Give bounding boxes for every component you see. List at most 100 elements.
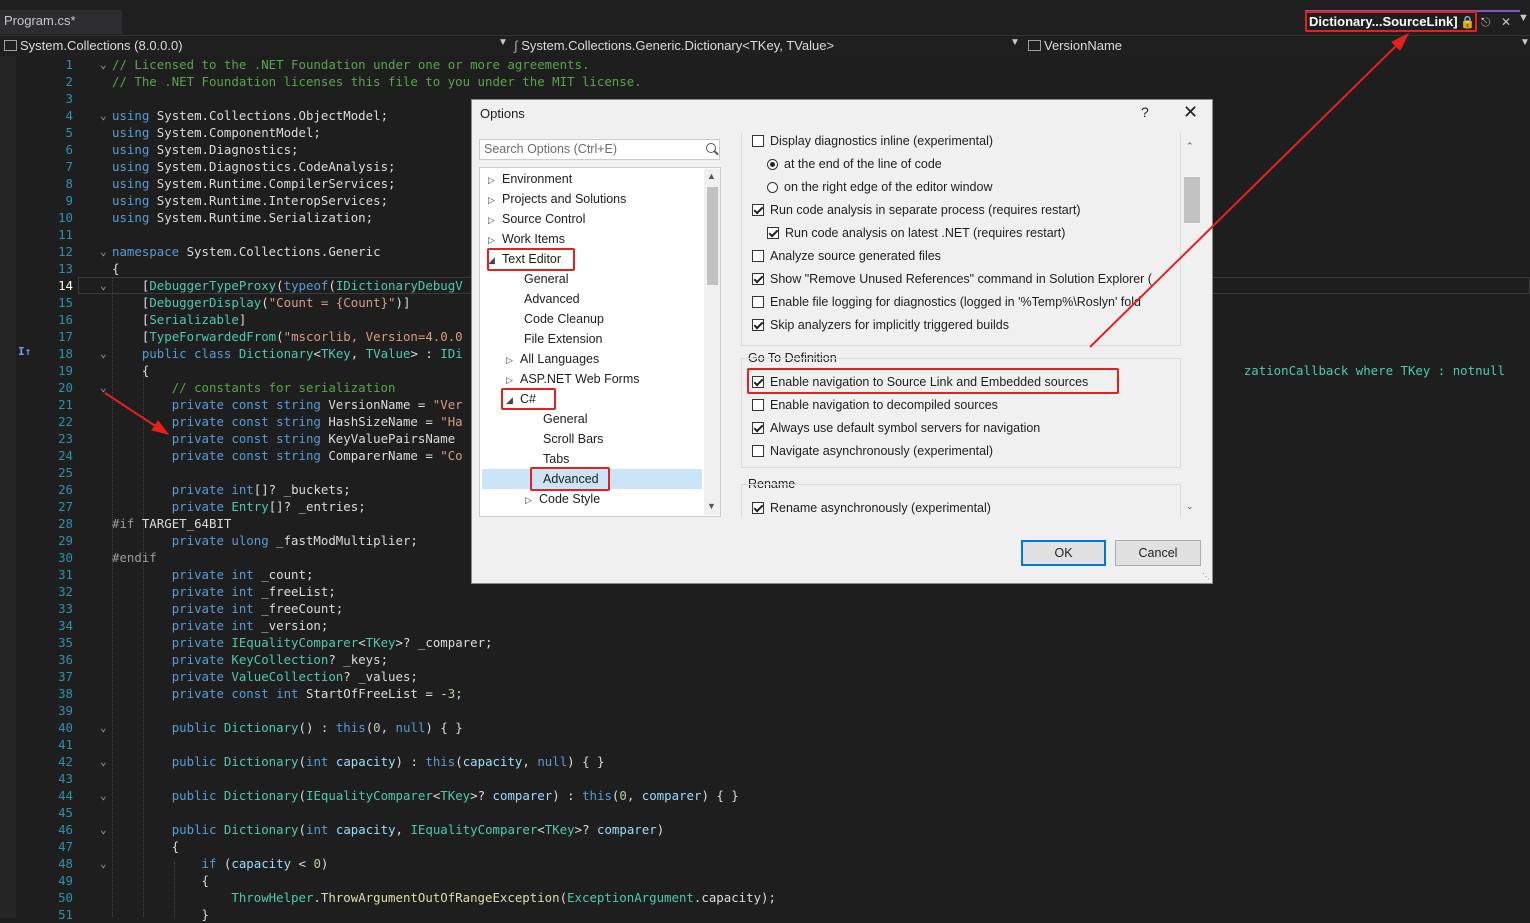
checkbox[interactable] [767,227,779,239]
tab-program-cs[interactable]: Program.cs* [0,10,122,34]
checkbox[interactable] [752,502,764,514]
option-right-edge[interactable]: on the right edge of the editor window [767,177,992,197]
help-button[interactable]: ? [1141,104,1149,120]
fold-chevron-icon[interactable]: ⌄ [100,56,107,73]
line-number: 1 [65,57,73,72]
checkbox[interactable] [752,319,764,331]
fold-chevron-icon[interactable]: ⌄ [100,345,107,362]
tree-scroll-thumb[interactable] [707,187,718,285]
tree-scrollbar[interactable]: ▲ ▼ [704,169,720,515]
option-separate-process[interactable]: Run code analysis in separate process (r… [752,200,1081,220]
checkbox[interactable] [752,250,764,262]
line-number: 37 [58,669,73,684]
fold-chevron-icon[interactable]: ⌄ [100,243,107,260]
search-options-input[interactable]: Search Options (Ctrl+E) [479,139,720,160]
fold-chevron-icon[interactable]: ⌄ [100,379,107,396]
line-number: 27 [58,499,73,514]
ok-button[interactable]: OK [1021,540,1106,566]
close-icon[interactable]: ✕ [1501,12,1511,32]
fold-chevron-icon[interactable]: ⌄ [100,821,107,838]
line-number: 47 [58,839,73,854]
line-number: 29 [58,533,73,548]
option-at-end[interactable]: at the end of the line of code [767,154,942,174]
line-number: 18 [58,346,73,361]
option-skip-analyzers[interactable]: Skip analyzers for implicitly triggered … [752,315,1009,335]
dialog-close-button[interactable]: ✕ [1183,102,1198,123]
fold-chevron-icon[interactable]: ⌄ [100,787,107,804]
options-page-scroll-thumb[interactable] [1184,177,1200,223]
options-dialog: Options ? ✕ Search Options (Ctrl+E) ▷ Env… [471,99,1213,584]
line-number: 12 [58,244,73,259]
checkbox[interactable] [752,296,764,308]
project-dropdown[interactable]: System.Collections (8.0.0.0) [4,36,183,56]
options-page: Display diagnostics inline (experimental… [736,133,1200,517]
cancel-button[interactable]: Cancel [1115,540,1201,566]
scroll-down-icon[interactable]: ⌄ [1186,501,1194,512]
tree-item-work-items[interactable]: ▷ Work Items [488,229,565,249]
option-latest-net[interactable]: Run code analysis on latest .NET (requir… [767,223,1065,243]
pin-icon[interactable]: ⎋ [1481,12,1491,32]
field-icon [1028,40,1041,51]
line18-overflow-text: zationCallback where TKey : notnull [1243,363,1505,378]
option-unused-references[interactable]: Show "Remove Unused References" command … [752,269,1152,289]
tree-item-source-control[interactable]: ▷ Source Control [488,209,585,229]
fold-chevron-icon[interactable]: ⌄ [100,277,107,294]
scroll-down-icon[interactable]: ▼ [707,501,716,511]
option-diag-inline[interactable]: Display diagnostics inline (experimental… [752,133,993,151]
expand-arrow-icon[interactable]: ▷ [488,230,502,250]
expand-arrow-icon[interactable]: ▷ [488,210,502,230]
option-symbol-servers[interactable]: Always use default symbol servers for na… [752,418,1040,438]
member-dropdown[interactable]: VersionName [1028,36,1122,56]
expand-arrow-icon[interactable]: ▷ [488,170,502,190]
options-page-scrollbar[interactable]: ⌃ ⌄ [1182,133,1200,517]
tree-item-scroll-bars[interactable]: Scroll Bars [529,429,603,449]
tree-item-csharp-general[interactable]: General [529,409,587,429]
option-rename-async[interactable]: Rename asynchronously (experimental) [752,498,991,517]
tree-item-file-extension[interactable]: File Extension [510,329,603,349]
option-source-generated[interactable]: Analyze source generated files [752,246,941,266]
type-dropdown-chevron-icon[interactable]: ▼ [1010,37,1020,48]
tree-item-all-languages[interactable]: ▷ All Languages [506,349,599,369]
tab-overflow-chevron-icon[interactable]: ▼ [1518,12,1529,24]
expand-arrow-icon[interactable]: ▷ [525,490,539,510]
checkbox[interactable] [752,273,764,285]
tree-item-environment[interactable]: ▷ Environment [488,169,572,189]
radio[interactable] [767,182,778,193]
tree-item-advanced[interactable]: Advanced [510,289,580,309]
checkbox[interactable] [752,445,764,457]
option-file-logging[interactable]: Enable file logging for diagnostics (log… [752,292,1141,312]
fold-chevron-icon[interactable]: ⌄ [100,855,107,872]
dialog-title: Options [480,106,525,121]
project-dropdown-chevron-icon[interactable]: ▼ [498,37,508,48]
expand-arrow-icon[interactable]: ▷ [506,350,520,370]
expand-arrow-icon[interactable]: ▷ [488,190,502,210]
tree-item-tabs[interactable]: Tabs [529,449,569,469]
line-number: 24 [58,448,73,463]
tree-item-code-cleanup[interactable]: Code Cleanup [510,309,604,329]
option-decompiled[interactable]: Enable navigation to decompiled sources [752,395,998,415]
expand-arrow-icon[interactable]: ▷ [506,370,520,390]
tree-item-code-style[interactable]: ▷ Code Style [525,489,600,509]
type-dropdown[interactable]: ∫ System.Collections.Generic.Dictionary<… [514,36,834,56]
member-dropdown-chevron-icon[interactable]: ▼ [1520,37,1530,48]
annotation-box-source-link [747,368,1119,394]
option-navigate-async[interactable]: Navigate asynchronously (experimental) [752,441,993,461]
tree-item-projects-solutions[interactable]: ▷ Projects and Solutions [488,189,626,209]
tree-item-general[interactable]: General [510,269,568,289]
tree-item-aspnet-web-forms[interactable]: ▷ ASP.NET Web Forms [506,369,639,389]
checkbox[interactable] [752,422,764,434]
checkbox[interactable] [752,204,764,216]
fold-chevron-icon[interactable]: ⌄ [100,107,107,124]
scroll-up-icon[interactable]: ⌃ [1186,141,1194,152]
line-number: 5 [65,125,73,140]
checkbox[interactable] [752,399,764,411]
scroll-up-icon[interactable]: ▲ [707,171,716,181]
line-number: 44 [58,788,73,803]
fold-chevron-icon[interactable]: ⌄ [100,719,107,736]
radio[interactable] [767,159,778,170]
fold-chevron-icon[interactable]: ⌄ [100,753,107,770]
options-tree[interactable]: ▷ Environment ▷ Projects and Solutions ▷ So… [479,167,721,517]
line-number: 35 [58,635,73,650]
resize-grip-icon[interactable]: ⋱ [1202,572,1210,581]
checkbox[interactable] [752,135,764,147]
